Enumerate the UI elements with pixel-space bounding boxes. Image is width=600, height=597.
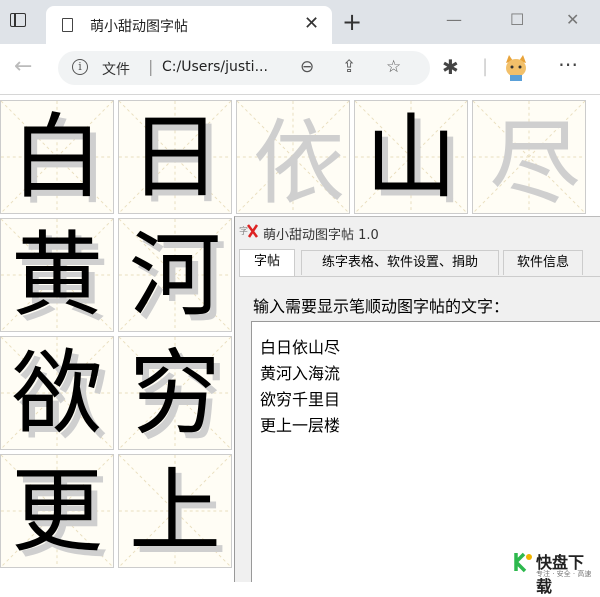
- close-window-icon[interactable]: ✕: [566, 10, 579, 29]
- character-glyph: 黄: [10, 222, 103, 329]
- profile-avatar-icon[interactable]: [503, 53, 529, 81]
- character-glyph: 白: [10, 104, 103, 211]
- text-line: 更上一层楼: [260, 416, 341, 435]
- grid-cell: 山山: [354, 100, 468, 214]
- address-bar[interactable]: i 文件 | C:/Users/justi... ⊖ ⇪ ☆: [58, 51, 430, 85]
- character-shadow: 依: [252, 110, 345, 214]
- tab-label: 练字表格、软件设置、捐助: [321, 255, 478, 270]
- tab-title: 萌小甜动图字帖: [90, 19, 188, 35]
- address-separator: |: [148, 57, 154, 76]
- app-title: 萌小甜动图字帖 1.0: [263, 228, 379, 243]
- minimize-icon[interactable]: —: [446, 10, 462, 29]
- zoom-out-icon[interactable]: ⊖: [300, 57, 314, 77]
- grid-cell: 上上: [118, 454, 232, 568]
- grid-cell: 更更: [0, 454, 114, 568]
- character-glyph: 上: [128, 458, 221, 565]
- grid-cell: 河河: [118, 218, 232, 332]
- grid-cell: 日日: [118, 100, 232, 214]
- close-tab-icon[interactable]: ✕: [304, 13, 319, 34]
- text-input-area[interactable]: 白日依山尽 黄河入海流 欲穷千里目 更上一层楼: [251, 321, 600, 582]
- tab-label: 软件信息: [516, 255, 569, 270]
- tab-actions-icon[interactable]: [10, 13, 26, 27]
- character-glyph: 穷: [128, 340, 221, 447]
- maximize-icon[interactable]: ☐: [510, 10, 524, 29]
- text-line: 黄河入海流: [260, 364, 341, 383]
- tab-copybook[interactable]: 字帖: [239, 249, 295, 276]
- grid-cell: 欲欲: [0, 336, 114, 450]
- svg-text:字: 字: [239, 225, 248, 237]
- watermark: 快盘下载 专注 · 安全 · 高速: [508, 549, 598, 596]
- browser-toolbar: ← i 文件 | C:/Users/justi... ⊖ ⇪ ☆ ✱ | ⋯: [0, 44, 600, 95]
- grid-cell: 黄黄: [0, 218, 114, 332]
- character-glyph: 河: [128, 222, 221, 329]
- tab-about[interactable]: 软件信息: [503, 250, 583, 275]
- character-glyph: 山: [364, 104, 457, 211]
- browser-titlebar: 萌小甜动图字帖 ✕ + — ☐ ✕: [0, 0, 600, 44]
- new-tab-icon[interactable]: +: [342, 8, 362, 36]
- address-url[interactable]: C:/Users/justi...: [162, 59, 268, 75]
- character-glyph: 日: [128, 104, 221, 211]
- character-shadow: 尽: [488, 110, 581, 214]
- share-icon[interactable]: ⇪: [342, 57, 356, 77]
- watermark-logo-icon: [514, 552, 532, 573]
- app-window: 字 萌小甜动图字帖 1.0 字帖 练字表格、软件设置、捐助 软件信息 输入需要显…: [234, 216, 600, 582]
- tab-label: 字帖: [253, 254, 280, 269]
- info-icon[interactable]: i: [72, 59, 88, 75]
- extensions-icon[interactable]: ✱: [442, 55, 459, 79]
- grid-cell: 依: [236, 100, 350, 214]
- grid-cell: 白白: [0, 100, 114, 214]
- toolbar-divider: |: [482, 56, 489, 77]
- grid-cell: 尽: [472, 100, 586, 214]
- app-logo-icon: 字: [239, 224, 259, 238]
- app-tab-bar: 字帖 练字表格、软件设置、捐助 软件信息: [239, 249, 600, 277]
- character-glyph: 更: [10, 458, 103, 565]
- add-favorite-icon[interactable]: ☆: [386, 57, 401, 77]
- browser-tab[interactable]: 萌小甜动图字帖 ✕: [46, 6, 332, 44]
- input-prompt: 输入需要显示笔顺动图字帖的文字：: [253, 297, 510, 316]
- text-line: 欲穷千里目: [260, 390, 341, 409]
- character-glyph: 欲: [10, 340, 103, 447]
- document-icon: [62, 18, 73, 32]
- address-scheme-label: 文件: [102, 62, 130, 78]
- watermark-tagline: 专注 · 安全 · 高速: [536, 570, 592, 578]
- text-line: 白日依山尽: [260, 338, 341, 357]
- tab-settings[interactable]: 练字表格、软件设置、捐助: [301, 250, 499, 275]
- grid-cell: 穷穷: [118, 336, 232, 450]
- more-menu-icon[interactable]: ⋯: [558, 52, 578, 76]
- back-arrow-icon[interactable]: ←: [14, 54, 32, 79]
